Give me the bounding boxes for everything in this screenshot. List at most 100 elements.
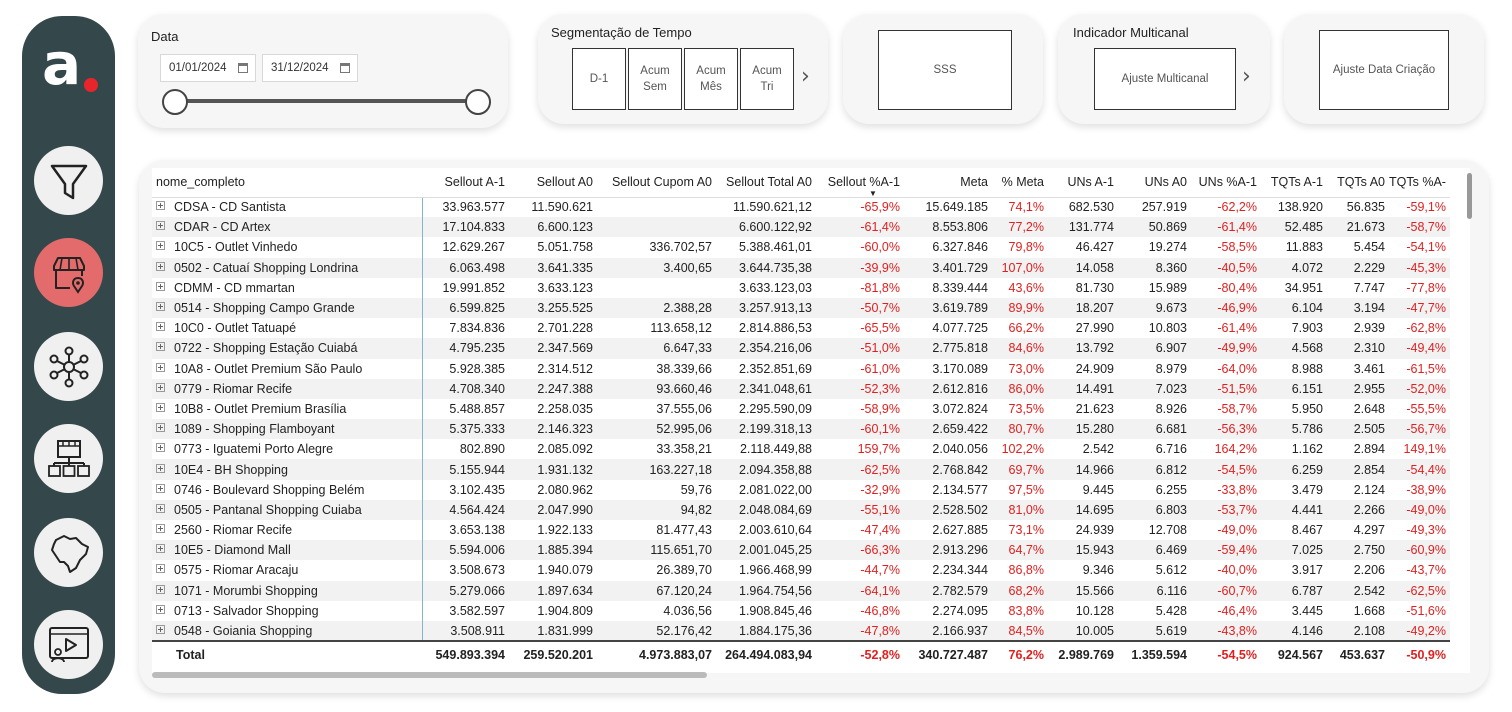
table-cell: 19.274 bbox=[1148, 240, 1187, 255]
expand-row-icon[interactable] bbox=[156, 483, 165, 493]
table-row[interactable]: 10E4 - BH Shopping 5.155.944 1.931.132 163.… bbox=[152, 459, 1450, 480]
expand-row-icon[interactable] bbox=[156, 281, 165, 291]
expand-row-icon[interactable] bbox=[156, 382, 165, 392]
nav-network-button[interactable] bbox=[34, 332, 103, 401]
column-header[interactable]: Sellout A0 bbox=[509, 168, 597, 198]
column-header[interactable]: UNs A-1 bbox=[1048, 168, 1118, 198]
date-start-input[interactable]: 01/01/2024 bbox=[160, 54, 256, 82]
expand-row-icon[interactable] bbox=[156, 221, 165, 231]
nav-store-network-button[interactable] bbox=[34, 424, 103, 493]
date-end-input[interactable]: 31/12/2024 bbox=[262, 54, 358, 82]
table-row[interactable]: CDMM - CD mmartan 19.991.852 3.633.123 3.63… bbox=[152, 277, 1450, 298]
funnel-icon bbox=[50, 164, 87, 199]
table-row[interactable]: 0548 - Goiania Shopping 3.508.911 1.831.99… bbox=[152, 620, 1450, 642]
nav-presentation-button[interactable] bbox=[34, 610, 103, 679]
table-row[interactable]: 10B8 - Outlet Premium Brasília 5.488.857 2… bbox=[152, 398, 1450, 420]
column-header[interactable]: TQTs A-1 bbox=[1261, 168, 1327, 198]
column-header-name[interactable]: nome_completo bbox=[152, 168, 422, 198]
column-header[interactable]: Sellout %A-1 bbox=[816, 168, 904, 198]
table-row[interactable]: 1071 - Morumbi Shopping 5.279.066 1.897.63… bbox=[152, 580, 1450, 601]
nav-stores-button[interactable] bbox=[34, 238, 103, 307]
table-row[interactable]: CDSA - CD Santista 33.963.577 11.590.621 11… bbox=[152, 197, 1450, 218]
table-row[interactable]: 0746 - Boulevard Shopping Belém 3.102.435… bbox=[152, 479, 1450, 500]
table-row[interactable]: 10C5 - Outlet Vinhedo 12.629.267 5.051.758… bbox=[152, 237, 1450, 258]
calendar-icon[interactable] bbox=[238, 63, 248, 73]
table-row[interactable]: 10E5 - Diamond Mall 5.594.006 1.885.394 115… bbox=[152, 540, 1450, 561]
segment-label: Acum bbox=[696, 65, 726, 77]
table-row[interactable]: 10C0 - Outlet Tatuapé 7.834.836 2.701.228 1… bbox=[152, 318, 1450, 339]
expand-row-icon[interactable] bbox=[156, 503, 165, 513]
table-cell: 4.708.340 bbox=[422, 378, 509, 399]
expand-row-icon[interactable] bbox=[156, 624, 165, 634]
expand-row-icon[interactable] bbox=[156, 544, 165, 554]
table-row[interactable]: CDAR - CD Artex 17.104.833 6.600.123 6.600.… bbox=[152, 217, 1450, 238]
store-name: 10E5 - Diamond Mall bbox=[174, 543, 291, 558]
sss-button[interactable]: SSS bbox=[878, 30, 1012, 110]
horizontal-scrollbar[interactable] bbox=[152, 672, 707, 678]
calendar-icon[interactable] bbox=[340, 63, 350, 73]
table-row[interactable]: 0713 - Salvador Shopping 3.582.597 1.904.8… bbox=[152, 600, 1450, 621]
table-row[interactable]: 0722 - Shopping Estação Cuiabá 4.795.235 2… bbox=[152, 338, 1450, 359]
expand-row-icon[interactable] bbox=[156, 362, 165, 372]
expand-row-icon[interactable] bbox=[156, 201, 165, 211]
expand-row-icon[interactable] bbox=[156, 604, 165, 614]
column-header[interactable]: Sellout A-1 bbox=[422, 168, 509, 198]
expand-row-icon[interactable] bbox=[156, 402, 165, 412]
table-row[interactable]: 0514 - Shopping Campo Grande 6.599.825 3.2… bbox=[152, 297, 1450, 319]
column-header[interactable]: TQTs A0 bbox=[1327, 168, 1389, 198]
table-cell: -80,4% bbox=[1217, 280, 1257, 295]
table-cell: 5.155.944 bbox=[422, 459, 509, 480]
slider-end-handle[interactable] bbox=[465, 89, 491, 115]
creation-date-adjust-button[interactable]: Ajuste Data Criação bbox=[1319, 30, 1449, 110]
column-header[interactable]: TQTs %A- bbox=[1389, 168, 1450, 198]
segment-acum-tri-button[interactable]: Acum Tri bbox=[740, 48, 794, 110]
expand-row-icon[interactable] bbox=[156, 584, 165, 594]
table-row[interactable]: 0575 - Riomar Aracaju 3.508.673 1.940.079 2… bbox=[152, 560, 1450, 581]
expand-row-icon[interactable] bbox=[156, 261, 165, 271]
multichannel-adjust-button[interactable]: Ajuste Multicanal bbox=[1094, 48, 1236, 110]
table-cell: 6.063.498 bbox=[422, 257, 509, 278]
segment-d1-button[interactable]: D-1 bbox=[572, 48, 626, 110]
expand-row-icon[interactable] bbox=[156, 241, 165, 251]
table-cell: -50,7% bbox=[816, 297, 904, 319]
expand-row-icon[interactable] bbox=[156, 302, 165, 312]
nav-filters-button[interactable] bbox=[34, 146, 103, 215]
column-header[interactable]: Meta bbox=[904, 168, 992, 198]
vertical-scrollbar[interactable] bbox=[1467, 173, 1472, 219]
segment-acum-mes-button[interactable]: Acum Mês bbox=[684, 48, 738, 110]
multichannel-title: Indicador Multicanal bbox=[1073, 25, 1189, 40]
table-row[interactable]: 10A8 - Outlet Premium São Paulo 5.928.385… bbox=[152, 358, 1450, 379]
table-row[interactable]: 0773 - Iguatemi Porto Alegre 802.890 2.085… bbox=[152, 439, 1450, 460]
table-cell: -38,9% bbox=[1406, 482, 1446, 497]
slider-start-handle[interactable] bbox=[162, 89, 188, 115]
expand-row-icon[interactable] bbox=[156, 423, 165, 433]
chevron-right-icon[interactable]: › bbox=[1242, 64, 1251, 89]
table-cell: 7.747 bbox=[1353, 280, 1385, 295]
column-header[interactable]: UNs A0 bbox=[1118, 168, 1191, 198]
chevron-right-icon[interactable]: › bbox=[801, 64, 810, 89]
column-header[interactable]: % Meta bbox=[992, 168, 1048, 198]
table-row[interactable]: 2560 - Riomar Recife 3.653.138 1.922.133 81… bbox=[152, 520, 1450, 541]
expand-row-icon[interactable] bbox=[156, 564, 165, 574]
date-range-slider[interactable] bbox=[175, 99, 479, 103]
expand-row-icon[interactable] bbox=[156, 463, 165, 473]
table-cell: 3.255.525 bbox=[509, 297, 597, 319]
table-cell: 1.668 bbox=[1353, 603, 1385, 618]
table-cell: 3.653.138 bbox=[449, 523, 505, 538]
column-header[interactable]: UNs %A-1 bbox=[1191, 168, 1261, 198]
table-row[interactable]: 1089 - Shopping Flamboyant 5.375.333 2.146… bbox=[152, 419, 1450, 440]
column-header[interactable]: Sellout Cupom A0 bbox=[597, 168, 716, 198]
column-header[interactable]: Sellout Total A0 bbox=[716, 168, 816, 198]
expand-row-icon[interactable] bbox=[156, 524, 165, 534]
expand-row-icon[interactable] bbox=[156, 322, 165, 332]
table-cell: 1.931.132 bbox=[509, 459, 597, 480]
table-cell: 3.508.673 bbox=[449, 563, 505, 578]
table-row[interactable]: 0505 - Pantanal Shopping Cuiaba 4.564.424… bbox=[152, 499, 1450, 520]
table-row[interactable]: 0779 - Riomar Recife 4.708.340 2.247.388 93… bbox=[152, 378, 1450, 399]
segment-acum-sem-button[interactable]: Acum Sem bbox=[628, 48, 682, 110]
table-row[interactable]: 0502 - Catuaí Shopping Londrina 6.063.498… bbox=[152, 257, 1450, 278]
expand-row-icon[interactable] bbox=[156, 443, 165, 453]
nav-map-button[interactable] bbox=[34, 518, 103, 587]
sort-descending-icon[interactable]: ▼ bbox=[869, 189, 877, 198]
expand-row-icon[interactable] bbox=[156, 342, 165, 352]
